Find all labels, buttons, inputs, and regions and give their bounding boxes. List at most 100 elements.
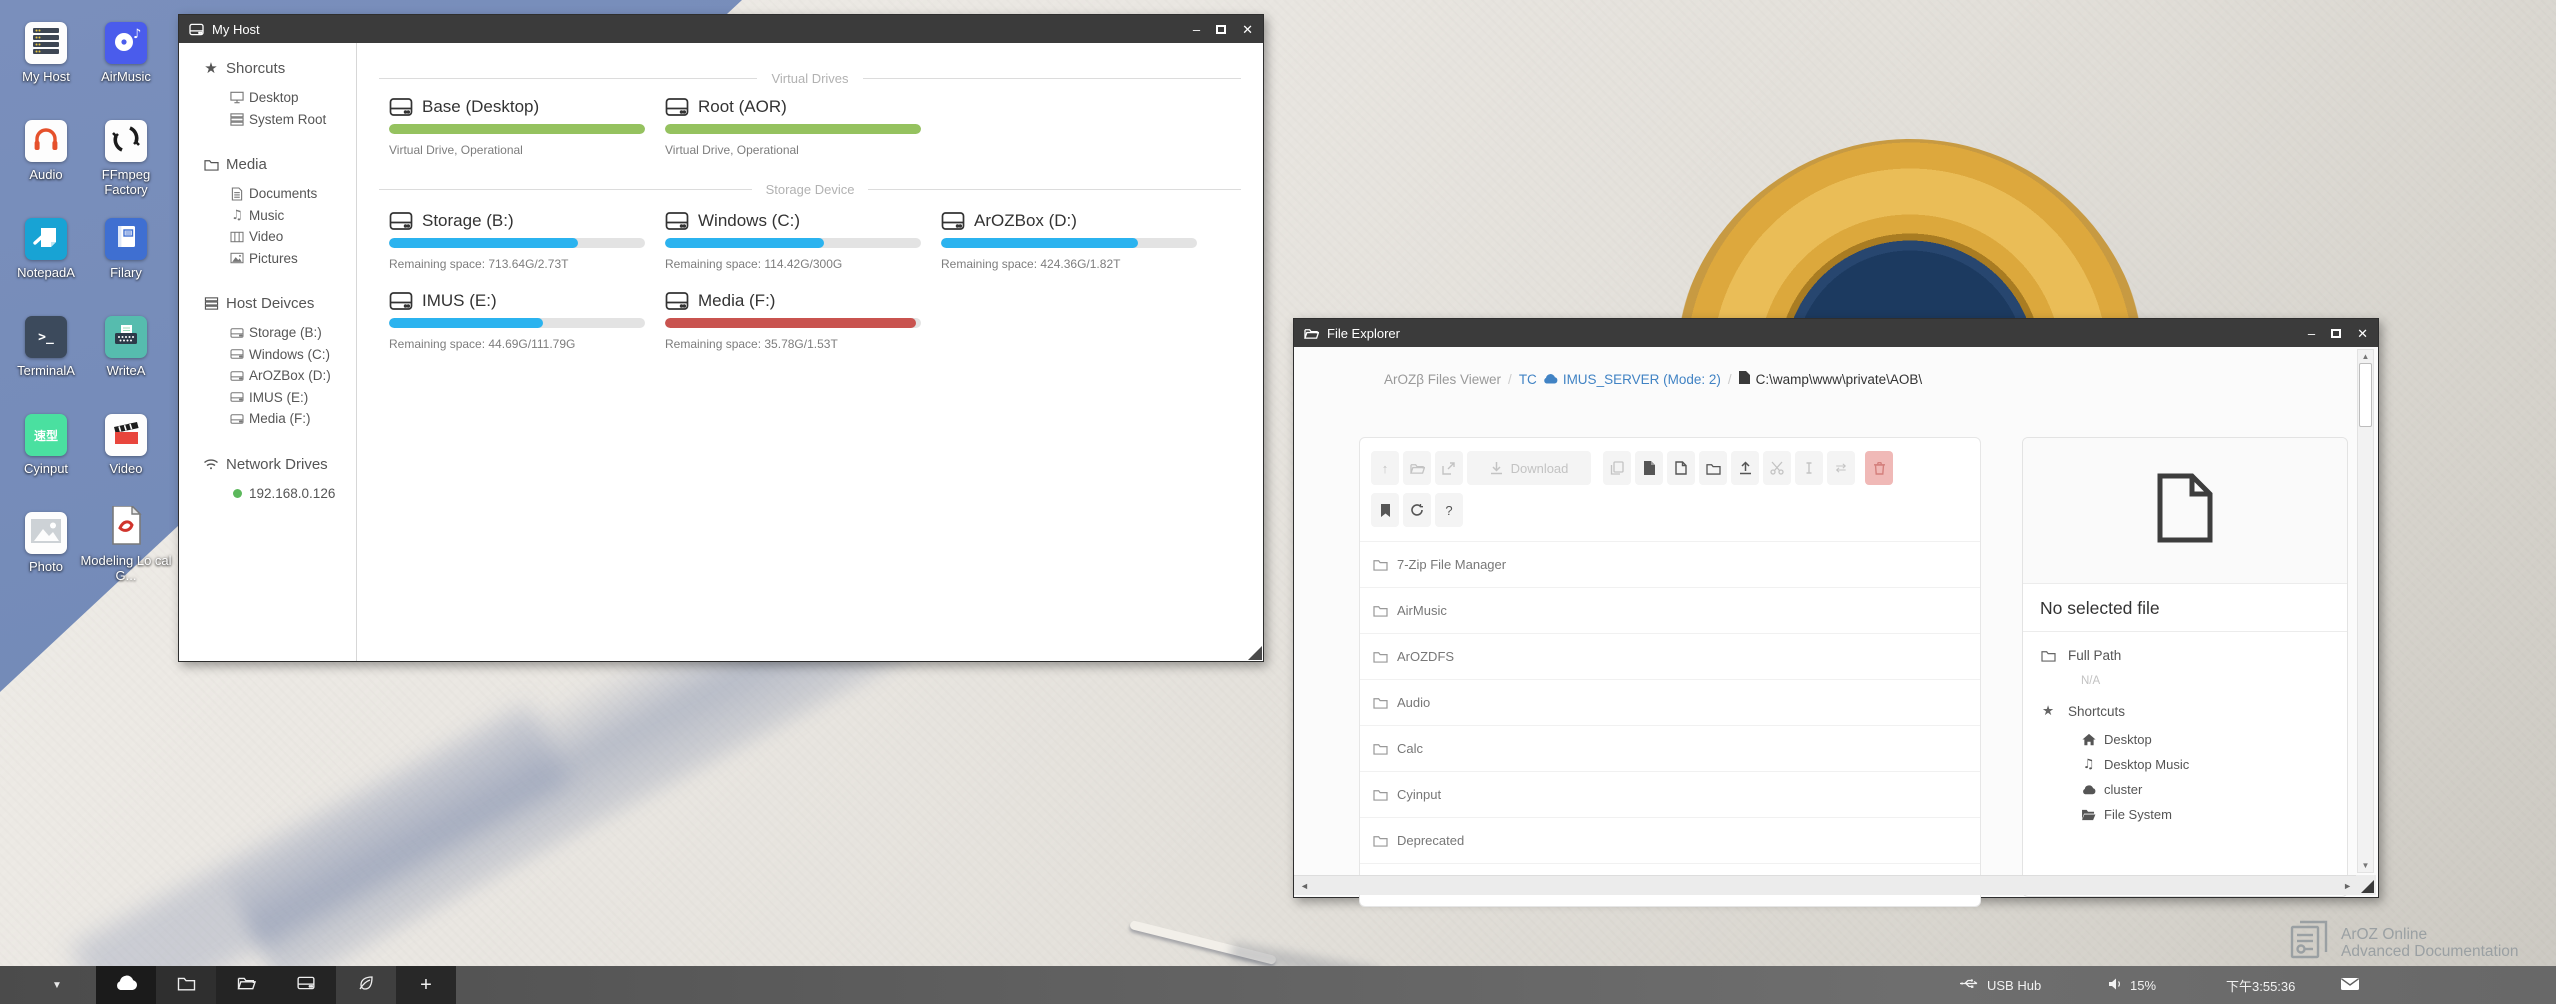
scroll-up-arrow[interactable]: ▲ bbox=[2358, 352, 2373, 361]
vertical-scrollbar[interactable]: ▲ ▼ bbox=[2357, 349, 2374, 873]
sidebar-item-media-f[interactable]: Media (F:) bbox=[229, 408, 356, 430]
minimize-button[interactable]: – bbox=[2308, 327, 2315, 340]
desktop-icon-filary[interactable]: Filary bbox=[80, 218, 172, 280]
desktop-icon-terminala[interactable]: >_ TerminalA bbox=[0, 316, 92, 378]
refresh-button[interactable] bbox=[1403, 493, 1431, 527]
sidebar-item-network-host[interactable]: 192.168.0.126 bbox=[229, 483, 356, 505]
file-row[interactable]: AirMusic bbox=[1360, 587, 1980, 633]
file-list: 7-Zip File Manager AirMusic ArOZDFS Audi… bbox=[1360, 541, 1980, 907]
my-host-titlebar[interactable]: My Host – ✕ bbox=[179, 15, 1263, 43]
desktop-icon-label: NotepadA bbox=[0, 265, 92, 280]
window-title: File Explorer bbox=[1327, 326, 1400, 341]
cloud-icon bbox=[2081, 784, 2096, 795]
sidebar-item-system-root[interactable]: System Root bbox=[229, 109, 356, 131]
drive-tile-base[interactable]: Base (Desktop) Virtual Drive, Operationa… bbox=[389, 97, 645, 157]
folder-icon bbox=[1373, 742, 1388, 755]
sidebar-header-network-drives: Network Drives bbox=[203, 456, 356, 473]
sidebar-item-video[interactable]: Video bbox=[229, 226, 356, 248]
help-button[interactable]: ? bbox=[1435, 493, 1463, 527]
download-button[interactable]: Download bbox=[1467, 451, 1591, 485]
file-row[interactable]: Cyinput bbox=[1360, 771, 1980, 817]
close-button[interactable]: ✕ bbox=[2357, 327, 2368, 340]
sidebar-item-arozbox-d[interactable]: ArOZBox (D:) bbox=[229, 365, 356, 387]
horizontal-scrollbar[interactable]: ◄ ► bbox=[1294, 875, 2358, 895]
sidebar-item-pictures[interactable]: Pictures bbox=[229, 248, 356, 270]
scrollbar-thumb[interactable] bbox=[2359, 363, 2372, 427]
sidebar-item-documents[interactable]: Documents bbox=[229, 183, 356, 205]
open-external-button[interactable] bbox=[1435, 451, 1463, 485]
shortcut-file-system[interactable]: File System bbox=[2081, 802, 2347, 827]
desktop-icon-writea[interactable]: WriteA bbox=[80, 316, 172, 378]
breadcrumb-root[interactable]: ArOZβ Files Viewer bbox=[1384, 372, 1501, 387]
file-row[interactable]: Deprecated bbox=[1360, 817, 1980, 863]
file-row[interactable]: Audio bbox=[1360, 679, 1980, 725]
sidebar-item-storage-b[interactable]: Storage (B:) bbox=[229, 322, 356, 344]
desktop-icon-video[interactable]: Video bbox=[80, 414, 172, 476]
delete-button[interactable] bbox=[1865, 451, 1893, 485]
desktop-icon-myhost[interactable]: My Host bbox=[0, 22, 92, 84]
paste-button[interactable] bbox=[1635, 451, 1663, 485]
minimize-button[interactable]: – bbox=[1193, 23, 1200, 36]
drive-tile-imus-e[interactable]: IMUS (E:) Remaining space: 44.69G/111.79… bbox=[389, 291, 645, 351]
desktop-icon-label: Filary bbox=[80, 265, 172, 280]
maximize-button[interactable] bbox=[1216, 25, 1226, 34]
move-swap-button[interactable]: ⇄ bbox=[1827, 451, 1855, 485]
up-directory-button[interactable]: ↑ bbox=[1371, 451, 1399, 485]
new-file-button[interactable] bbox=[1667, 451, 1695, 485]
taskbar-folder-open-button[interactable] bbox=[216, 966, 276, 1004]
desktop-icon-airmusic[interactable]: ♪ AirMusic bbox=[80, 22, 172, 84]
drive-tile-root[interactable]: Root (AOR) Virtual Drive, Operational bbox=[665, 97, 921, 157]
new-folder-button[interactable] bbox=[1699, 451, 1727, 485]
drive-tile-windows-c[interactable]: Windows (C:) Remaining space: 114.42G/30… bbox=[665, 211, 921, 271]
my-host-main: Virtual Drives Base (Desktop) Virtual Dr… bbox=[357, 43, 1263, 661]
sidebar-item-windows-c[interactable]: Windows (C:) bbox=[229, 344, 356, 366]
taskbar-collapse-chevron-icon[interactable]: ▼ bbox=[52, 980, 62, 991]
open-folder-button[interactable] bbox=[1403, 451, 1431, 485]
folder-open-icon bbox=[237, 975, 256, 996]
desktop-icon-audio[interactable]: Audio bbox=[0, 120, 92, 182]
shortcut-desktop[interactable]: Desktop bbox=[2081, 727, 2347, 752]
rename-button[interactable] bbox=[1795, 451, 1823, 485]
headphones-icon bbox=[30, 123, 62, 160]
desktop-icon-ffmpeg-factory[interactable]: FFmpeg Factory bbox=[80, 120, 172, 197]
sidebar-item-music[interactable]: ♫ Music bbox=[229, 205, 356, 227]
tray-messages[interactable] bbox=[2340, 966, 2360, 1004]
shortcut-desktop-music[interactable]: ♫ Desktop Music bbox=[2081, 752, 2347, 777]
tray-clock[interactable]: 下午3:55:36 bbox=[2226, 966, 2295, 1004]
scroll-left-arrow[interactable]: ◄ bbox=[1300, 881, 1309, 891]
desktop-icon-cyinput[interactable]: 速型 Cyinput bbox=[0, 414, 92, 476]
desktop-icon-notepada[interactable]: NotepadA bbox=[0, 218, 92, 280]
bookmark-button[interactable] bbox=[1371, 493, 1399, 527]
shortcut-cluster[interactable]: cluster bbox=[2081, 777, 2347, 802]
maximize-button[interactable] bbox=[2331, 329, 2341, 338]
copy-button[interactable] bbox=[1603, 451, 1631, 485]
drive-tile-storage-b[interactable]: Storage (B:) Remaining space: 713.64G/2.… bbox=[389, 211, 645, 271]
taskbar-drive-button[interactable] bbox=[276, 966, 336, 1004]
scroll-down-arrow[interactable]: ▼ bbox=[2358, 861, 2373, 870]
file-row[interactable]: ArOZDFS bbox=[1360, 633, 1980, 679]
drive-tile-arozbox-d[interactable]: ArOZBox (D:) Remaining space: 424.36G/1.… bbox=[941, 211, 1197, 271]
upload-button[interactable] bbox=[1731, 451, 1759, 485]
breadcrumb-host-link[interactable]: TC IMUS_SERVER (Mode: 2) bbox=[1519, 372, 1721, 387]
taskbar-folder-button[interactable] bbox=[156, 966, 216, 1004]
cut-button[interactable] bbox=[1763, 451, 1791, 485]
desktop-icon-modeling-doc[interactable]: Modeling Lo cal G... bbox=[80, 506, 172, 583]
drive-tile-media-f[interactable]: Media (F:) Remaining space: 35.78G/1.53T bbox=[665, 291, 921, 351]
taskbar-leaf-button[interactable] bbox=[336, 966, 396, 1004]
window-resize-grip[interactable] bbox=[2356, 875, 2376, 895]
tray-volume[interactable]: 15% bbox=[2108, 966, 2156, 1004]
close-button[interactable]: ✕ bbox=[1242, 23, 1253, 36]
tray-usb[interactable]: USB Hub bbox=[1958, 966, 2041, 1004]
drive-name: ArOZBox (D:) bbox=[974, 211, 1077, 231]
sidebar-item-desktop[interactable]: Desktop bbox=[229, 87, 356, 109]
taskbar-cloud-button[interactable] bbox=[96, 966, 156, 1004]
window-resize-grip[interactable] bbox=[1248, 646, 1262, 660]
taskbar-add-button[interactable]: + bbox=[396, 966, 456, 1004]
breadcrumb-path[interactable]: C:\wamp\www\private\AOB\ bbox=[1739, 371, 1923, 387]
file-row[interactable]: Calc bbox=[1360, 725, 1980, 771]
file-explorer-titlebar[interactable]: File Explorer – ✕ bbox=[1294, 319, 2378, 347]
desktop-icon-photo[interactable]: Photo bbox=[0, 512, 92, 574]
file-row[interactable]: 7-Zip File Manager bbox=[1360, 541, 1980, 587]
sidebar-item-imus-e[interactable]: IMUS (E:) bbox=[229, 387, 356, 409]
scroll-right-arrow[interactable]: ► bbox=[2343, 881, 2352, 891]
